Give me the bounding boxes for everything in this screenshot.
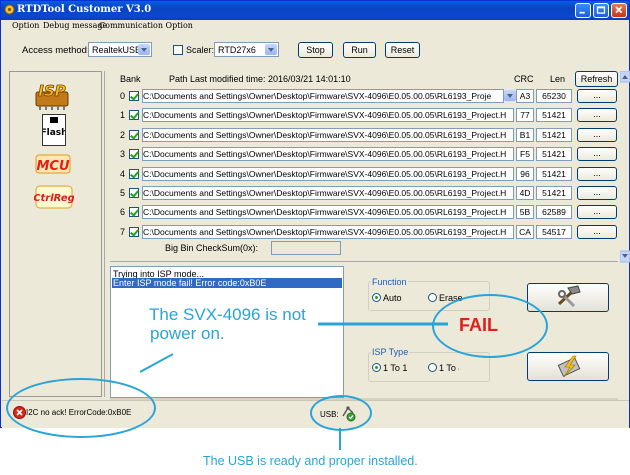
annotation-usb-circle bbox=[310, 395, 372, 431]
annotation-status-circle bbox=[6, 378, 156, 438]
annotation-fail: FAIL bbox=[459, 315, 498, 335]
annotation-usb-note: The USB is ready and proper installed. bbox=[203, 454, 418, 468]
